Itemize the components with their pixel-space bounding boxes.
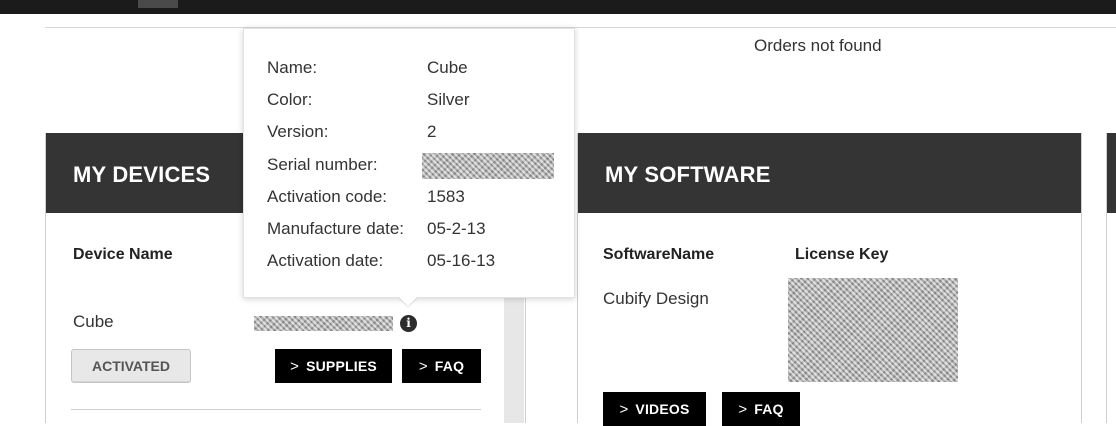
device-row-divider xyxy=(71,409,481,410)
device-faq-button[interactable]: > FAQ xyxy=(402,349,481,383)
videos-button[interactable]: > VIDEOS xyxy=(603,392,706,426)
my-software-title: MY SOFTWARE xyxy=(578,133,1081,213)
tooltip-value: 05-16-13 xyxy=(427,251,496,270)
header-cropped-text xyxy=(138,0,178,8)
tooltip-value: Cube xyxy=(427,58,468,77)
chevron-right-icon: > xyxy=(418,357,428,375)
serial-number-redacted xyxy=(422,153,554,179)
orders-empty-message: Orders not found xyxy=(754,36,882,55)
tooltip-row: Activation date: 05-16-13 xyxy=(267,251,567,275)
tooltip-value: 05-2-13 xyxy=(427,219,486,238)
tooltip-value: Silver xyxy=(427,90,470,109)
my-software-panel: MY SOFTWARE SoftwareName License Key Cub… xyxy=(577,133,1082,426)
chevron-right-icon: > xyxy=(290,357,300,375)
activated-status-badge: ACTIVATED xyxy=(71,349,191,383)
tooltip-row: Activation code: 1583 xyxy=(267,187,567,211)
info-icon[interactable]: i xyxy=(400,315,417,332)
tooltip-row: Version: 2 xyxy=(267,122,567,146)
third-panel-edge xyxy=(1106,133,1116,423)
tooltip-value: 1583 xyxy=(427,187,465,206)
tooltip-row: Serial number: xyxy=(267,153,567,179)
third-panel-header xyxy=(1107,133,1116,213)
tooltip-value: 2 xyxy=(427,122,437,141)
software-name-cell: Cubify Design xyxy=(603,289,709,308)
license-key-redacted xyxy=(788,278,958,382)
supplies-button[interactable]: > SUPPLIES xyxy=(275,349,392,383)
software-faq-button[interactable]: > FAQ xyxy=(722,392,800,426)
chevron-right-icon: > xyxy=(619,400,629,418)
supplies-button-label: SUPPLIES xyxy=(306,358,377,374)
tooltip-label: Name: xyxy=(267,58,318,77)
tooltip-row: Name: Cube xyxy=(267,58,567,82)
device-details-tooltip: Name: Cube Color: Silver Version: 2 Seri… xyxy=(243,28,575,298)
tooltip-label: Color: xyxy=(267,90,313,109)
videos-button-label: VIDEOS xyxy=(635,401,690,417)
license-key-column-header: License Key xyxy=(795,246,889,263)
tooltip-row: Color: Silver xyxy=(267,90,567,114)
device-serial-redacted xyxy=(254,316,393,331)
software-faq-button-label: FAQ xyxy=(754,401,784,417)
tooltip-label: Serial number: xyxy=(267,155,378,174)
top-divider xyxy=(45,27,1116,28)
top-header-bar xyxy=(0,0,1116,14)
device-name-cell: Cube xyxy=(73,312,114,331)
tooltip-label: Version: xyxy=(267,122,329,141)
tooltip-row: Manufacture date: 05-2-13 xyxy=(267,219,567,243)
software-name-column-header: SoftwareName xyxy=(603,246,715,263)
tooltip-label: Activation code: xyxy=(267,187,388,206)
chevron-right-icon: > xyxy=(738,400,748,418)
device-name-column-header: Device Name xyxy=(73,246,173,263)
tooltip-label: Manufacture date: xyxy=(267,219,405,238)
tooltip-pointer xyxy=(399,297,417,306)
tooltip-label: Activation date: xyxy=(267,251,384,270)
device-faq-button-label: FAQ xyxy=(434,358,465,374)
